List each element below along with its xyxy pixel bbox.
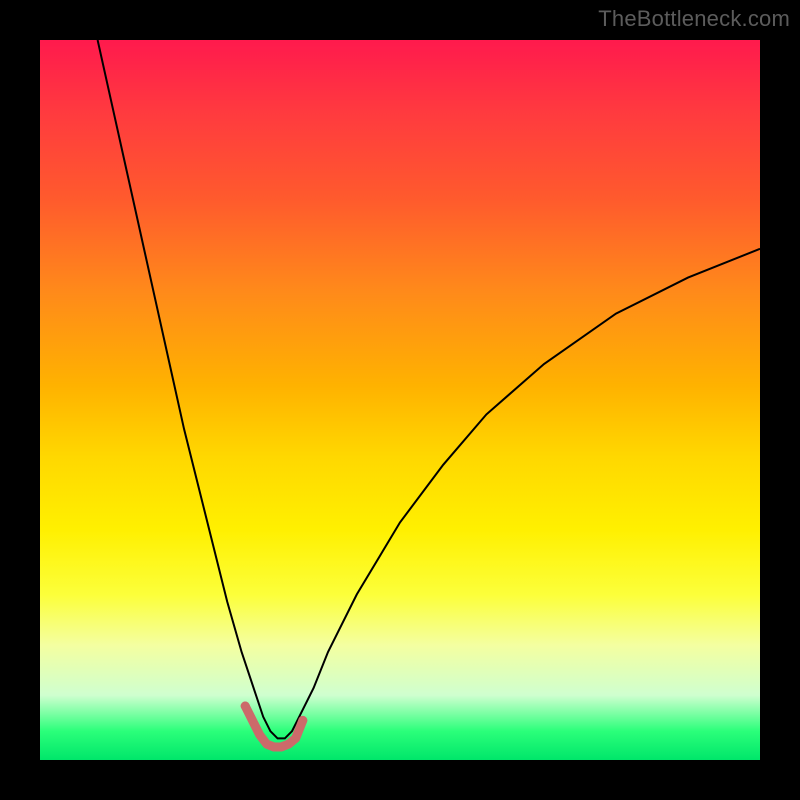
bottleneck-curve — [98, 40, 760, 738]
sweet-spot-dot — [241, 702, 250, 711]
chart-frame: TheBottleneck.com — [0, 0, 800, 800]
sweet-spot-markers — [241, 702, 308, 748]
bottleneck-curve-svg — [40, 40, 760, 760]
sweet-spot-dot — [298, 716, 307, 725]
plot-area — [40, 40, 760, 760]
watermark-text: TheBottleneck.com — [598, 6, 790, 32]
